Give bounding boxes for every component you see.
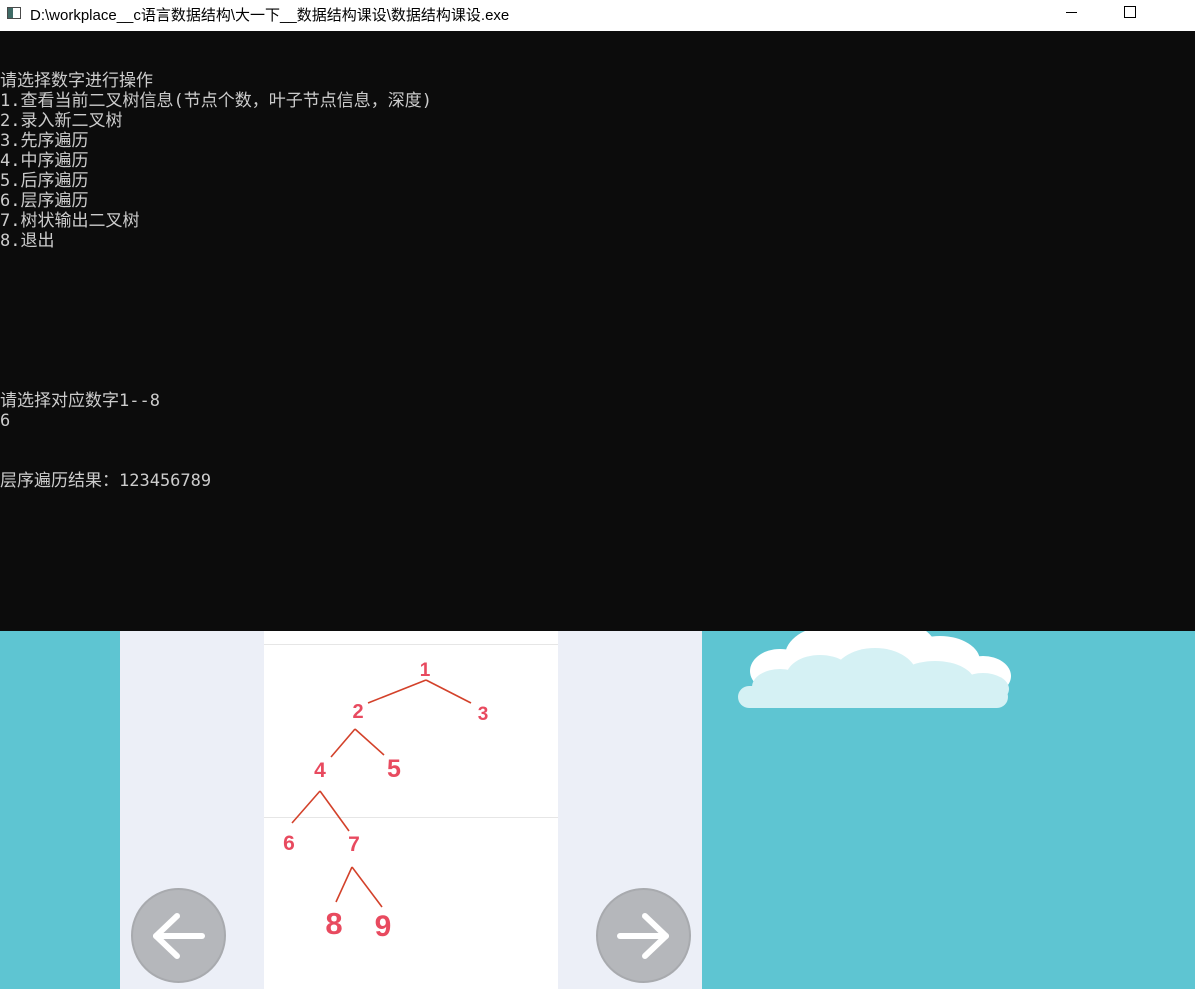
user-input[interactable]: 6 xyxy=(0,411,10,431)
menu-option-3: 3.先序遍历 xyxy=(0,131,89,151)
tree-edge xyxy=(330,728,356,758)
tree-node: 1 xyxy=(420,660,431,681)
arrow-right-icon xyxy=(617,913,669,959)
tree-edge xyxy=(425,679,472,704)
tree-edge xyxy=(351,866,383,908)
tree-node: 5 xyxy=(387,755,401,783)
traversal-result: 层序遍历结果：123456789 xyxy=(0,471,212,491)
menu-option-2: 2.录入新二叉树 xyxy=(0,111,123,131)
tree-node: 3 xyxy=(478,704,489,725)
menu-option-4: 4.中序遍历 xyxy=(0,151,89,171)
console-output[interactable]: 请选择数字进行操作 1.查看当前二叉树信息(节点个数，叶子节点信息，深度) 2.… xyxy=(0,31,1195,631)
tree-node: 8 xyxy=(325,906,342,941)
menu-option-6: 6.层序遍历 xyxy=(0,191,89,211)
arrow-left-icon xyxy=(153,913,205,959)
tree-node: 9 xyxy=(375,910,392,943)
tree-node: 2 xyxy=(352,701,363,723)
input-prompt: 请选择对应数字1--8 xyxy=(0,391,160,411)
menu-option-5: 5.后序遍历 xyxy=(0,171,89,191)
menu-option-8: 8.退出 xyxy=(0,231,55,251)
cloud-decoration xyxy=(738,631,1011,708)
tree-edge xyxy=(335,866,353,903)
menu-header: 请选择数字进行操作 xyxy=(0,71,153,91)
tree-edge xyxy=(367,679,427,704)
tree-node: 4 xyxy=(314,759,326,782)
tree-node: 7 xyxy=(348,833,360,856)
next-slide-button[interactable] xyxy=(596,888,691,983)
menu-option-1: 1.查看当前二叉树信息(节点个数，叶子节点信息，深度) xyxy=(0,91,432,111)
tree-edge xyxy=(291,790,321,824)
tree-node: 6 xyxy=(283,832,295,855)
tree-edge xyxy=(319,790,350,832)
menu-option-7: 7.树状输出二叉树 xyxy=(0,211,140,231)
tree-edge xyxy=(354,728,385,756)
previous-slide-button[interactable] xyxy=(131,888,226,983)
